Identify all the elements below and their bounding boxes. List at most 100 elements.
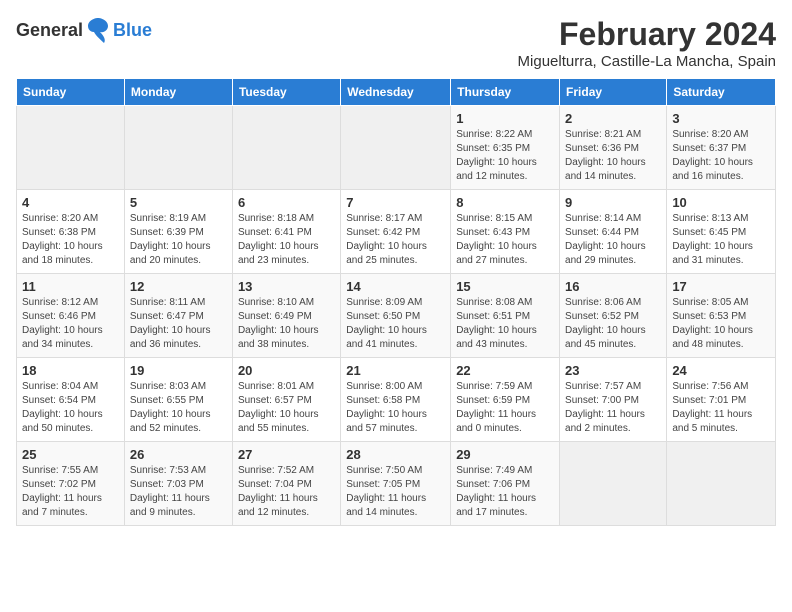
day-number: 12	[130, 279, 227, 294]
day-info: Sunrise: 8:00 AM Sunset: 6:58 PM Dayligh…	[346, 380, 445, 436]
location-subtitle: Miguelturra, Castille-La Mancha, Spain	[518, 53, 776, 70]
day-info: Sunrise: 8:10 AM Sunset: 6:49 PM Dayligh…	[238, 296, 335, 352]
day-number: 8	[456, 195, 554, 210]
day-info: Sunrise: 7:49 AM Sunset: 7:06 PM Dayligh…	[456, 464, 554, 520]
day-info: Sunrise: 8:22 AM Sunset: 6:35 PM Dayligh…	[456, 128, 554, 184]
day-info: Sunrise: 8:04 AM Sunset: 6:54 PM Dayligh…	[22, 380, 119, 436]
day-info: Sunrise: 8:17 AM Sunset: 6:42 PM Dayligh…	[346, 212, 445, 268]
day-number: 5	[130, 195, 227, 210]
title-block: February 2024 Miguelturra, Castille-La M…	[518, 16, 776, 70]
calendar-cell: 18 Sunrise: 8:04 AM Sunset: 6:54 PM Dayli…	[17, 358, 125, 442]
day-info: Sunrise: 8:03 AM Sunset: 6:55 PM Dayligh…	[130, 380, 227, 436]
calendar-week-row: 18 Sunrise: 8:04 AM Sunset: 6:54 PM Dayli…	[17, 358, 776, 442]
day-info: Sunrise: 8:06 AM Sunset: 6:52 PM Dayligh…	[565, 296, 661, 352]
calendar-cell: 28 Sunrise: 7:50 AM Sunset: 7:05 PM Dayli…	[341, 442, 451, 526]
day-info: Sunrise: 8:05 AM Sunset: 6:53 PM Dayligh…	[672, 296, 770, 352]
month-year-title: February 2024	[518, 16, 776, 53]
day-number: 10	[672, 195, 770, 210]
calendar-cell: 24 Sunrise: 7:56 AM Sunset: 7:01 PM Dayli…	[667, 358, 776, 442]
day-number: 17	[672, 279, 770, 294]
day-number: 24	[672, 363, 770, 378]
day-info: Sunrise: 7:50 AM Sunset: 7:05 PM Dayligh…	[346, 464, 445, 520]
day-number: 22	[456, 363, 554, 378]
logo: General Blue	[16, 16, 152, 44]
column-header-monday: Monday	[124, 79, 232, 106]
day-info: Sunrise: 8:19 AM Sunset: 6:39 PM Dayligh…	[130, 212, 227, 268]
calendar-cell: 11Sunrise: 8:12 AM Sunset: 6:46 PM Dayli…	[17, 274, 125, 358]
day-info: Sunrise: 8:18 AM Sunset: 6:41 PM Dayligh…	[238, 212, 335, 268]
day-number: 13	[238, 279, 335, 294]
day-info: Sunrise: 8:20 AM Sunset: 6:37 PM Dayligh…	[672, 128, 770, 184]
day-info: Sunrise: 8:15 AM Sunset: 6:43 PM Dayligh…	[456, 212, 554, 268]
calendar-cell	[341, 106, 451, 190]
day-number: 20	[238, 363, 335, 378]
day-number: 14	[346, 279, 445, 294]
day-info: Sunrise: 8:08 AM Sunset: 6:51 PM Dayligh…	[456, 296, 554, 352]
day-number: 15	[456, 279, 554, 294]
day-info: Sunrise: 8:20 AM Sunset: 6:38 PM Dayligh…	[22, 212, 119, 268]
day-number: 2	[565, 111, 661, 126]
calendar-cell: 6 Sunrise: 8:18 AM Sunset: 6:41 PM Daylig…	[232, 190, 340, 274]
calendar-cell: 16 Sunrise: 8:06 AM Sunset: 6:52 PM Dayli…	[560, 274, 667, 358]
calendar-cell	[124, 106, 232, 190]
day-info: Sunrise: 8:09 AM Sunset: 6:50 PM Dayligh…	[346, 296, 445, 352]
calendar-cell: 7 Sunrise: 8:17 AM Sunset: 6:42 PM Daylig…	[341, 190, 451, 274]
calendar-cell: 15 Sunrise: 8:08 AM Sunset: 6:51 PM Dayli…	[451, 274, 560, 358]
calendar-cell: 3 Sunrise: 8:20 AM Sunset: 6:37 PM Daylig…	[667, 106, 776, 190]
calendar-cell: 29 Sunrise: 7:49 AM Sunset: 7:06 PM Dayli…	[451, 442, 560, 526]
day-number: 9	[565, 195, 661, 210]
calendar-cell	[560, 442, 667, 526]
logo-blue: Blue	[113, 20, 152, 41]
day-info: Sunrise: 7:52 AM Sunset: 7:04 PM Dayligh…	[238, 464, 335, 520]
calendar-cell: 9 Sunrise: 8:14 AM Sunset: 6:44 PM Daylig…	[560, 190, 667, 274]
calendar-week-row: 25Sunrise: 7:55 AM Sunset: 7:02 PM Dayli…	[17, 442, 776, 526]
day-number: 11	[22, 279, 119, 294]
day-info: Sunrise: 7:59 AM Sunset: 6:59 PM Dayligh…	[456, 380, 554, 436]
calendar-cell: 26 Sunrise: 7:53 AM Sunset: 7:03 PM Dayli…	[124, 442, 232, 526]
day-info: Sunrise: 8:21 AM Sunset: 6:36 PM Dayligh…	[565, 128, 661, 184]
day-info: Sunrise: 8:11 AM Sunset: 6:47 PM Dayligh…	[130, 296, 227, 352]
day-number: 4	[22, 195, 119, 210]
calendar-cell: 22 Sunrise: 7:59 AM Sunset: 6:59 PM Dayli…	[451, 358, 560, 442]
calendar-week-row: 11Sunrise: 8:12 AM Sunset: 6:46 PM Dayli…	[17, 274, 776, 358]
page-header: General Blue February 2024 Miguelturra, …	[16, 16, 776, 70]
calendar-cell: 1Sunrise: 8:22 AM Sunset: 6:35 PM Daylig…	[451, 106, 560, 190]
calendar-cell: 27 Sunrise: 7:52 AM Sunset: 7:04 PM Dayli…	[232, 442, 340, 526]
column-header-wednesday: Wednesday	[341, 79, 451, 106]
day-number: 6	[238, 195, 335, 210]
day-number: 23	[565, 363, 661, 378]
calendar-table: SundayMondayTuesdayWednesdayThursdayFrid…	[16, 78, 776, 526]
logo-bird-icon	[86, 16, 110, 44]
calendar-cell	[17, 106, 125, 190]
calendar-cell: 20Sunrise: 8:01 AM Sunset: 6:57 PM Dayli…	[232, 358, 340, 442]
calendar-cell: 5 Sunrise: 8:19 AM Sunset: 6:39 PM Daylig…	[124, 190, 232, 274]
column-header-tuesday: Tuesday	[232, 79, 340, 106]
day-number: 29	[456, 447, 554, 462]
day-number: 21	[346, 363, 445, 378]
day-number: 26	[130, 447, 227, 462]
day-info: Sunrise: 7:53 AM Sunset: 7:03 PM Dayligh…	[130, 464, 227, 520]
day-info: Sunrise: 7:57 AM Sunset: 7:00 PM Dayligh…	[565, 380, 661, 436]
day-info: Sunrise: 8:13 AM Sunset: 6:45 PM Dayligh…	[672, 212, 770, 268]
day-number: 28	[346, 447, 445, 462]
calendar-cell: 2 Sunrise: 8:21 AM Sunset: 6:36 PM Daylig…	[560, 106, 667, 190]
day-info: Sunrise: 7:56 AM Sunset: 7:01 PM Dayligh…	[672, 380, 770, 436]
day-number: 16	[565, 279, 661, 294]
calendar-cell: 14 Sunrise: 8:09 AM Sunset: 6:50 PM Dayli…	[341, 274, 451, 358]
day-number: 18	[22, 363, 119, 378]
calendar-cell: 13 Sunrise: 8:10 AM Sunset: 6:49 PM Dayli…	[232, 274, 340, 358]
calendar-cell: 4 Sunrise: 8:20 AM Sunset: 6:38 PM Daylig…	[17, 190, 125, 274]
calendar-cell	[667, 442, 776, 526]
calendar-week-row: 1Sunrise: 8:22 AM Sunset: 6:35 PM Daylig…	[17, 106, 776, 190]
day-number: 7	[346, 195, 445, 210]
calendar-cell: 8 Sunrise: 8:15 AM Sunset: 6:43 PM Daylig…	[451, 190, 560, 274]
day-number: 25	[22, 447, 119, 462]
calendar-cell: 19Sunrise: 8:03 AM Sunset: 6:55 PM Dayli…	[124, 358, 232, 442]
day-info: Sunrise: 8:14 AM Sunset: 6:44 PM Dayligh…	[565, 212, 661, 268]
day-number: 3	[672, 111, 770, 126]
calendar-cell: 12 Sunrise: 8:11 AM Sunset: 6:47 PM Dayli…	[124, 274, 232, 358]
day-number: 27	[238, 447, 335, 462]
calendar-cell: 25Sunrise: 7:55 AM Sunset: 7:02 PM Dayli…	[17, 442, 125, 526]
column-header-thursday: Thursday	[451, 79, 560, 106]
calendar-cell: 10 Sunrise: 8:13 AM Sunset: 6:45 PM Dayli…	[667, 190, 776, 274]
